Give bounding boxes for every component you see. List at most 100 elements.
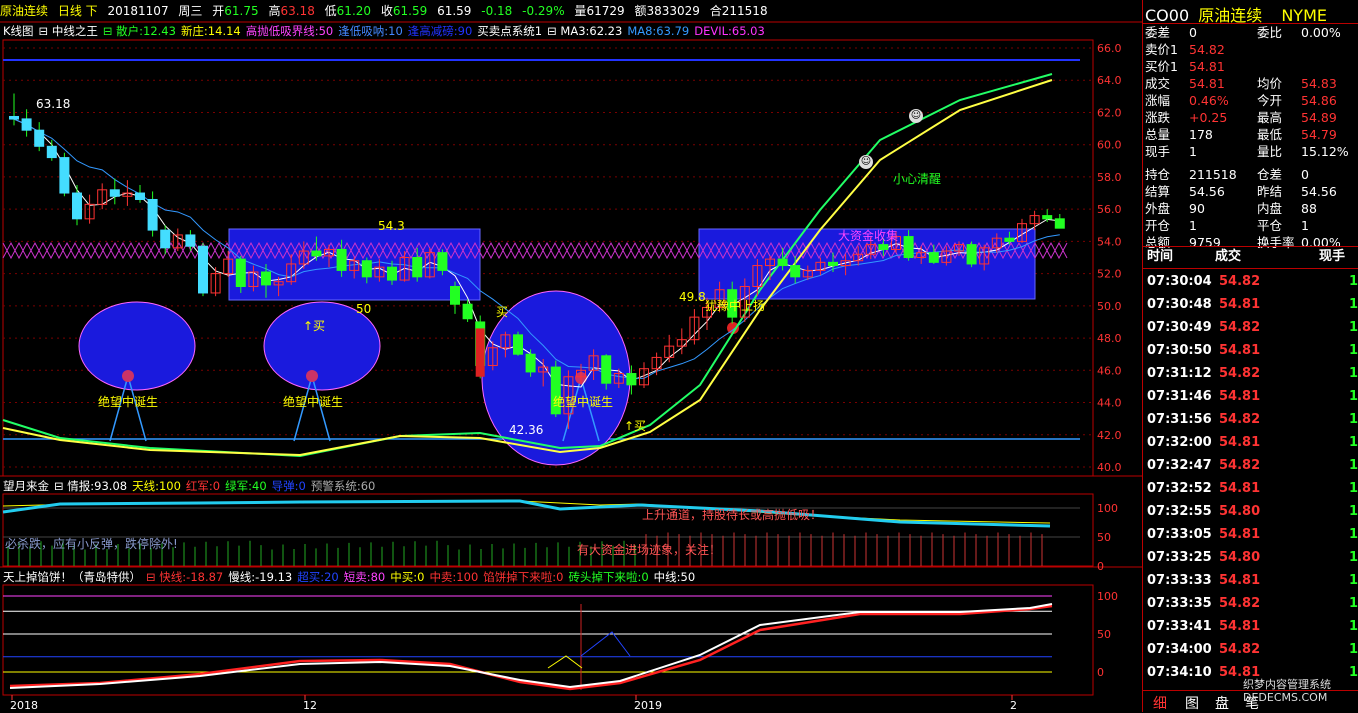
candle-body — [601, 355, 612, 384]
tab-chart[interactable]: 图 — [1185, 693, 1199, 713]
tick-row: 07:33:33 54.81 1 — [1143, 569, 1358, 592]
quote-panel: CO00 原油连续 NYME 委差 0 委比 0.00% 卖价1 54.82 买价1 54.8… — [1142, 0, 1358, 712]
quote-label: 内盘 — [1257, 201, 1283, 216]
tick-row: 07:33:41 54.81 1 — [1143, 615, 1358, 638]
price-axis-label: 66.0 — [1097, 42, 1122, 55]
kline-chart-area[interactable]: 100 50 0 100 50 0 66.0 64.0 62.0 60.0 58.0 56.0 54… — [0, 0, 1142, 712]
tick-row: 07:30:49 54.82 1 — [1143, 316, 1358, 339]
quote-value: 54.81 — [1189, 76, 1225, 91]
quote-label: 今开 — [1257, 93, 1283, 108]
quote-value: 88 — [1301, 201, 1317, 216]
tick-header-time: 时间 — [1147, 249, 1174, 264]
candle-body — [311, 250, 322, 257]
tick-vol: 1 — [1349, 366, 1358, 381]
quote-row: 持仓 211518 仓差 0 — [1143, 166, 1358, 183]
candle-body — [1042, 215, 1053, 220]
tick-time: 07:31:56 — [1147, 412, 1212, 427]
quote-value: 0 — [1301, 167, 1309, 182]
tick-price: 54.81 — [1219, 389, 1261, 404]
quote-value: +0.25 — [1189, 110, 1228, 125]
candle-body — [828, 261, 838, 267]
tick-row: 07:31:56 54.82 1 — [1143, 408, 1358, 431]
quote-label: 昨结 — [1257, 184, 1283, 199]
quote-label: 涨幅 — [1145, 93, 1171, 108]
candle-body — [261, 271, 271, 286]
careful-label: 小心清醒 — [893, 172, 942, 186]
big-money-label: 大资金收集 — [838, 229, 899, 243]
price-axis-label: 62.0 — [1097, 106, 1122, 119]
candle-body — [21, 118, 32, 131]
tick-vol: 1 — [1349, 504, 1358, 519]
quote-row: 涨幅 0.46% 今开 54.86 — [1143, 92, 1358, 109]
despair-label-1: 绝望中诞生 — [98, 395, 159, 409]
quote-label: 外盘 — [1145, 201, 1171, 216]
watermark: 织梦内容管理系统 DEDECMS.COM — [1243, 678, 1331, 704]
tick-price: 54.81 — [1219, 435, 1261, 450]
price-axis-label: 42.0 — [1097, 429, 1122, 442]
price-axis-label: 50.0 — [1097, 300, 1122, 313]
tick-price: 54.82 — [1219, 412, 1261, 427]
x-axis-label: 2018 — [10, 699, 38, 712]
tick-table-header: 时间 成交 现手 — [1143, 247, 1358, 267]
price-axis-label: 40.0 — [1097, 461, 1122, 474]
tick-time: 07:31:12 — [1147, 366, 1212, 381]
x-axis-label: 12 — [303, 699, 317, 712]
candle-body — [626, 373, 637, 386]
high-price-label: 63.18 — [36, 97, 71, 111]
quote-value: 1 — [1301, 218, 1309, 233]
tab-book[interactable]: 盘 — [1215, 693, 1229, 713]
tick-row: 07:32:47 54.82 1 — [1143, 454, 1358, 477]
tick-price: 54.82 — [1219, 320, 1261, 335]
candle-body — [34, 129, 45, 147]
hesitate-label: 犹豫中上扬 — [705, 299, 766, 313]
quote-value: 90 — [1189, 201, 1205, 216]
smiley-icon-2: ☺ — [909, 109, 923, 123]
price-498-label: 49.8 — [679, 290, 706, 304]
tick-time: 07:33:05 — [1147, 527, 1212, 542]
tick-price: 54.82 — [1219, 366, 1261, 381]
quote-row: 外盘 90 内盘 88 — [1143, 200, 1358, 217]
candle-body — [235, 258, 246, 288]
tick-time: 07:30:50 — [1147, 343, 1212, 358]
tick-time: 07:32:00 — [1147, 435, 1212, 450]
buy-signal-3: 买 — [496, 305, 509, 319]
quote-row: 总量 178 最低 54.79 — [1143, 126, 1358, 143]
candle-body — [9, 115, 19, 120]
tick-row: 07:32:52 54.81 1 — [1143, 477, 1358, 500]
candle-body — [462, 303, 473, 320]
tick-row: 07:34:00 54.82 1 — [1143, 638, 1358, 661]
tick-time: 07:33:35 — [1147, 596, 1212, 611]
quote-row: 结算 54.56 昨结 54.56 — [1143, 183, 1358, 200]
quote-row: 买价1 54.81 — [1143, 58, 1358, 75]
quote-label: 最高 — [1257, 110, 1283, 125]
tick-row: 07:31:12 54.82 1 — [1143, 362, 1358, 385]
tick-vol: 1 — [1349, 458, 1358, 473]
candle-body — [46, 145, 57, 159]
tick-price: 54.82 — [1219, 274, 1261, 289]
quote-row: 成交 54.81 均价 54.83 — [1143, 75, 1358, 92]
quote-label: 仓差 — [1257, 167, 1283, 182]
tick-vol: 1 — [1349, 527, 1358, 542]
price-axis-label: 44.0 — [1097, 397, 1122, 410]
quote-value: 15.12% — [1301, 144, 1349, 159]
box1-top-label: 54.3 — [378, 219, 405, 233]
quote-label: 均价 — [1257, 76, 1283, 91]
tick-time: 07:30:49 — [1147, 320, 1212, 335]
candle-body — [160, 229, 171, 249]
candle-body — [185, 234, 196, 247]
quote-row: 涨跌 +0.25 最高 54.89 — [1143, 109, 1358, 126]
tick-time: 07:33:41 — [1147, 619, 1212, 634]
tick-vol: 1 — [1349, 412, 1358, 427]
tick-price: 54.80 — [1219, 504, 1261, 519]
candle-body — [790, 265, 801, 278]
quote-label: 委差 — [1145, 25, 1171, 40]
despair-circle — [78, 301, 196, 391]
tick-price: 54.82 — [1219, 642, 1261, 657]
quote-value: 0 — [1189, 25, 1197, 40]
tick-vol: 1 — [1349, 435, 1358, 450]
candle-body — [1004, 237, 1015, 242]
funds-enter-text: 有大资金进场迹象，关注！ — [577, 543, 722, 557]
bottom-axis-label: 100 — [1097, 590, 1118, 603]
tab-detail[interactable]: 细 — [1153, 693, 1167, 713]
candle-body — [336, 248, 347, 271]
